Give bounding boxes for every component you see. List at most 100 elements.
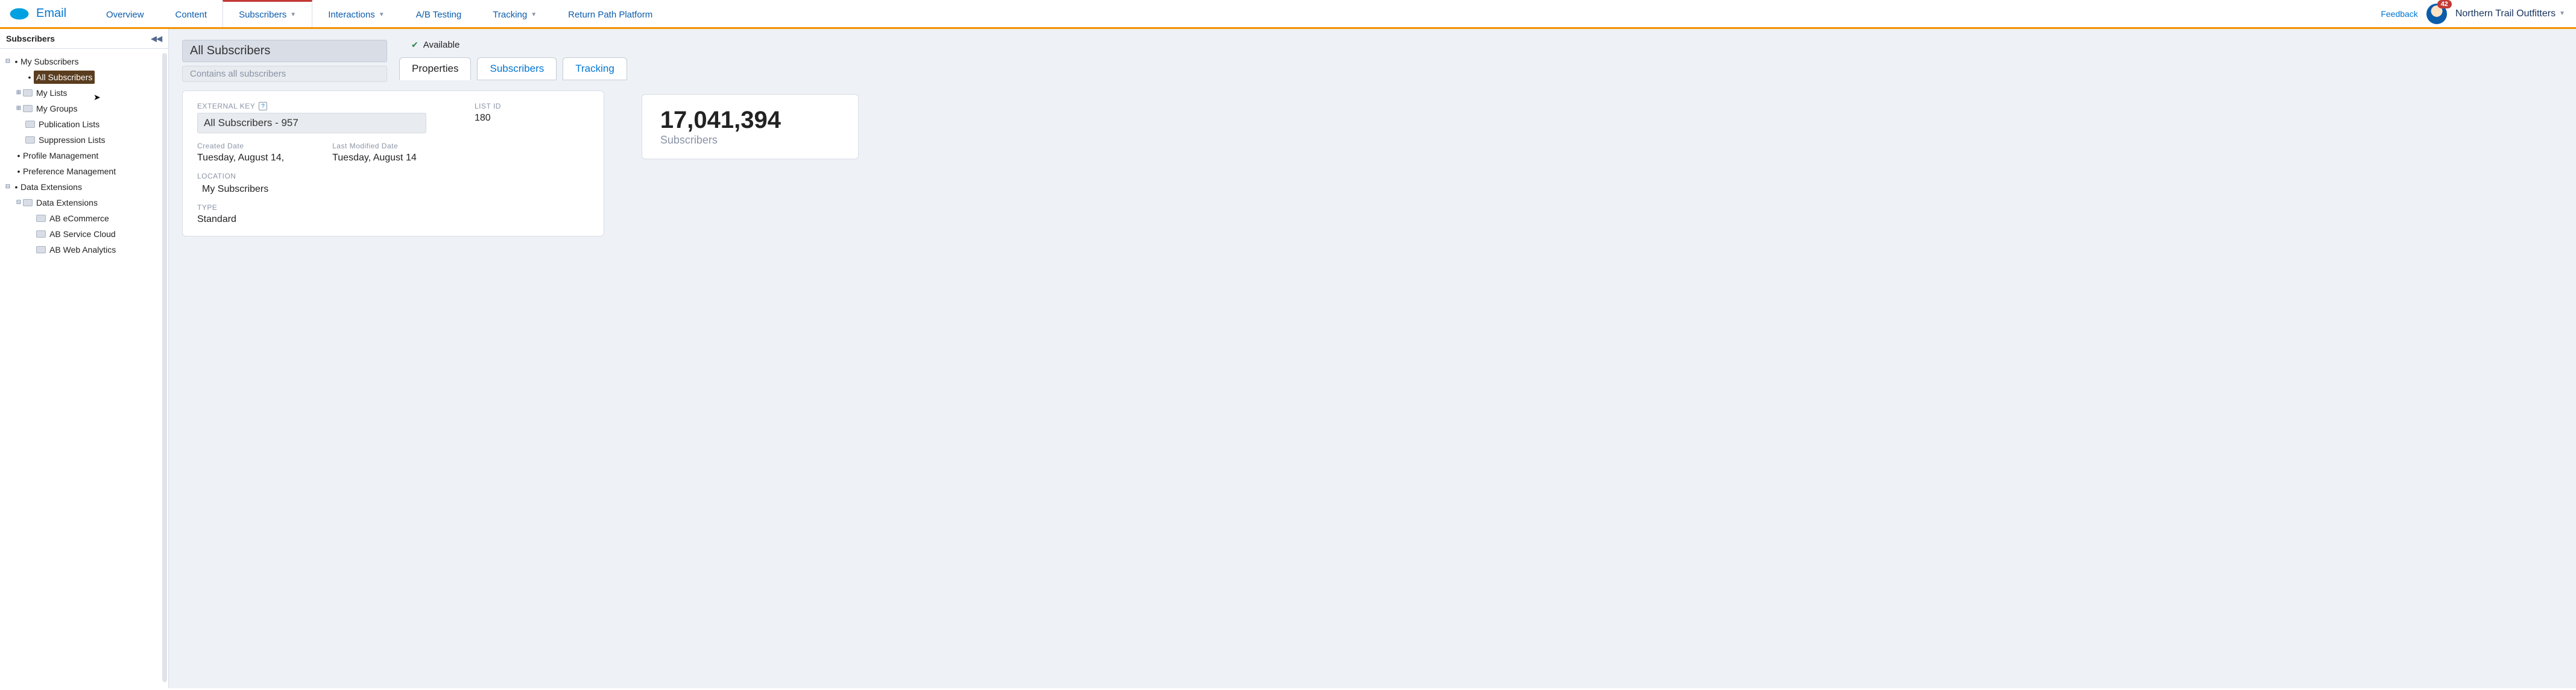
tab-label: Content — [175, 10, 207, 20]
bullet-icon: • — [14, 165, 23, 178]
tree-label: AB eCommerce — [49, 212, 109, 225]
folder-icon — [23, 89, 33, 97]
list-id-value: 180 — [475, 113, 501, 124]
tree-label: AB Service Cloud — [49, 227, 116, 241]
status-text: Available — [423, 40, 460, 50]
tab-label: A/B Testing — [416, 10, 462, 20]
tab-label: Overview — [106, 10, 144, 20]
folder-icon — [36, 230, 46, 238]
ctab-tracking[interactable]: Tracking — [563, 57, 627, 80]
notification-badge: 42 — [2437, 0, 2452, 8]
salesforce-logo-icon — [8, 7, 30, 21]
list-title: All Subscribers — [182, 40, 387, 62]
feedback-link[interactable]: Feedback — [2381, 9, 2417, 19]
tab-subscribers[interactable]: Subscribers ▼ — [223, 0, 312, 27]
tab-return-path[interactable]: Return Path Platform — [552, 0, 668, 27]
folder-icon — [23, 105, 33, 112]
type-value: Standard — [197, 214, 589, 225]
folder-icon — [23, 199, 33, 206]
list-subtitle: Contains all subscribers — [182, 66, 387, 82]
tree-label: Data Extensions — [36, 196, 98, 209]
help-icon[interactable]: ? — [259, 102, 267, 110]
main: Subscribers ◀◀ ⊟ • My Subscribers • All … — [0, 29, 2576, 688]
external-key-value: All Subscribers - 957 — [197, 113, 426, 133]
tree-label: Profile Management — [23, 149, 98, 162]
tree-label: Suppression Lists — [39, 133, 106, 147]
sidebar-title: Subscribers — [6, 34, 55, 43]
tab-label: Tracking — [493, 10, 527, 20]
tree-label: My Lists — [36, 86, 67, 100]
expand-toggle-icon[interactable]: ⊞ — [14, 102, 23, 115]
check-icon: ✔ — [411, 40, 418, 50]
content-area: All Subscribers Contains all subscribers… — [169, 29, 2576, 688]
tree-publication-lists[interactable]: Publication Lists — [4, 116, 165, 132]
collapse-icon[interactable]: ◀◀ — [151, 34, 162, 43]
tree-label: All Subscribers — [34, 71, 95, 84]
folder-icon — [36, 246, 46, 253]
app-name: Email — [36, 7, 66, 21]
chevron-down-icon: ▼ — [379, 11, 385, 18]
bullet-icon: • — [25, 71, 34, 84]
stats-card: 17,041,394 Subscribers — [642, 94, 859, 159]
sidebar-header: Subscribers ◀◀ — [0, 29, 168, 49]
ctab-subscribers[interactable]: Subscribers — [477, 57, 557, 80]
tree-my-lists[interactable]: ⊞ My Lists — [4, 85, 165, 101]
tab-ab-testing[interactable]: A/B Testing — [400, 0, 478, 27]
tree-my-subscribers[interactable]: ⊟ • My Subscribers — [4, 54, 165, 69]
label-text: EXTERNAL KEY — [197, 102, 255, 110]
collapse-toggle-icon[interactable]: ⊟ — [4, 55, 12, 68]
folder-icon — [36, 215, 46, 222]
tree-ab-ecommerce[interactable]: AB eCommerce — [4, 210, 165, 226]
tree-label: Publication Lists — [39, 118, 99, 131]
tree-suppression-lists[interactable]: Suppression Lists — [4, 132, 165, 148]
ctab-properties[interactable]: Properties — [399, 57, 471, 80]
type-label: TYPE — [197, 203, 589, 212]
tree-label: AB Web Analytics — [49, 243, 116, 256]
tree-profile-mgmt[interactable]: • Profile Management — [4, 148, 165, 163]
header-right: Feedback 42 Northern Trail Outfitters ▼ — [2381, 4, 2576, 24]
sidebar-tree: ⊟ • My Subscribers • All Subscribers ⊞ M… — [0, 49, 168, 686]
external-key-label: EXTERNAL KEY ? — [197, 102, 426, 110]
collapse-toggle-icon[interactable]: ⊟ — [14, 196, 23, 209]
subscriber-count-label: Subscribers — [660, 134, 840, 147]
collapse-toggle-icon[interactable]: ⊟ — [4, 180, 12, 194]
list-id-label: LIST ID — [475, 102, 501, 110]
tab-tracking[interactable]: Tracking ▼ — [477, 0, 552, 27]
tree-my-groups[interactable]: ⊞ My Groups — [4, 101, 165, 116]
tree-all-subscribers[interactable]: • All Subscribers — [4, 69, 165, 85]
tree-data-extensions-root[interactable]: ⊟ • Data Extensions — [4, 179, 165, 195]
location-label: LOCATION — [197, 172, 589, 180]
properties-panel: EXTERNAL KEY ? All Subscribers - 957 LIS… — [182, 90, 604, 236]
account-switcher[interactable]: Northern Trail Outfitters ▼ — [2455, 8, 2565, 19]
chevron-down-icon: ▼ — [2559, 10, 2565, 17]
created-date-value: Tuesday, August 14, — [197, 153, 284, 163]
tree-label: Preference Management — [23, 165, 116, 178]
sidebar: Subscribers ◀◀ ⊟ • My Subscribers • All … — [0, 29, 169, 688]
scrollbar[interactable] — [162, 53, 167, 682]
bullet-icon: • — [12, 180, 21, 194]
tab-content[interactable]: Content — [160, 0, 223, 27]
location-value: My Subscribers — [202, 184, 268, 195]
created-date-label: Created Date — [197, 142, 284, 150]
tree-ab-web[interactable]: AB Web Analytics — [4, 242, 165, 258]
tab-interactions[interactable]: Interactions▼ — [312, 0, 400, 27]
chevron-down-icon: ▼ — [531, 11, 537, 18]
tab-label: Subscribers — [239, 10, 286, 20]
tab-overview[interactable]: Overview — [90, 0, 160, 27]
avatar-wrap[interactable]: 42 — [2426, 4, 2447, 24]
tree-label: My Subscribers — [21, 55, 78, 68]
chevron-down-icon: ▼ — [290, 11, 296, 18]
modified-date-label: Last Modified Date — [332, 142, 417, 150]
content-tabs: Properties Subscribers Tracking — [399, 57, 627, 80]
tab-label: Return Path Platform — [568, 10, 652, 20]
bullet-icon: • — [12, 55, 21, 68]
top-nav: Email Overview Content Subscribers ▼ Inte… — [0, 0, 2576, 29]
tree-preference-mgmt[interactable]: • Preference Management — [4, 163, 165, 179]
folder-icon — [25, 121, 35, 128]
tree-label: My Groups — [36, 102, 77, 115]
expand-toggle-icon[interactable]: ⊞ — [14, 86, 23, 100]
tree-label: Data Extensions — [21, 180, 82, 194]
folder-icon — [25, 136, 35, 144]
tree-ab-service[interactable]: AB Service Cloud — [4, 226, 165, 242]
tree-data-extensions-folder[interactable]: ⊟ Data Extensions — [4, 195, 165, 210]
